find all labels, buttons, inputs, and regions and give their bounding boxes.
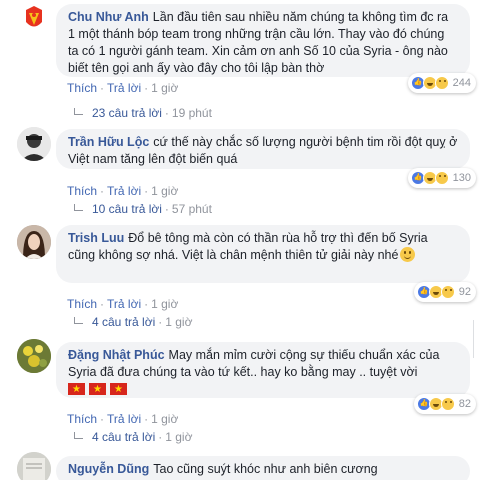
sad-reaction-icon — [440, 285, 455, 299]
reaction-count: 92 — [458, 286, 471, 298]
red-emblem-avatar[interactable] — [17, 2, 51, 36]
paper-avatar[interactable] — [17, 452, 51, 480]
replies-time: 1 giờ — [165, 315, 193, 329]
reply-arrow-icon — [74, 316, 83, 324]
comment-bubble: Nguyễn Dũng Tao cũng suýt khóc như anh bi… — [56, 456, 470, 480]
comment-actions: Thích · Trả lời · 1 giờ — [67, 297, 179, 311]
comment-author[interactable]: Trần Hữu Lộc — [68, 135, 149, 149]
comment-time[interactable]: 1 giờ — [151, 184, 178, 198]
comment-author[interactable]: Chu Như Anh — [68, 10, 149, 24]
comment-bubble: Trần Hữu Lộc cứ thế này chắc số lượng ngư… — [56, 129, 470, 169]
reaction-count: 82 — [458, 398, 471, 410]
reply-link[interactable]: Trả lời — [107, 297, 141, 311]
reply-arrow-icon — [74, 203, 83, 211]
comment-time[interactable]: 1 giờ — [151, 81, 178, 95]
reply-arrow-icon — [74, 107, 83, 115]
reaction-count: 130 — [452, 172, 471, 184]
replies-time: 19 phút — [171, 106, 212, 120]
comment-time[interactable]: 1 giờ — [151, 412, 178, 426]
sad-reaction-icon — [440, 397, 455, 411]
scrollbar[interactable] — [473, 320, 481, 358]
reaction-count: 244 — [452, 77, 471, 89]
reply-link[interactable]: Trả lời — [107, 81, 141, 95]
comment-bubble: Chu Như Anh Lần đầu tiên sau nhiều năm ch… — [56, 4, 470, 77]
comment-author[interactable]: Đặng Nhật Phúc — [68, 348, 165, 362]
replies-count[interactable]: 4 câu trả lời — [92, 430, 155, 444]
replies-count[interactable]: 4 câu trả lời — [92, 315, 155, 329]
reply-link[interactable]: Trả lời — [107, 184, 141, 198]
comment-actions: Thích · Trả lời · 1 giờ — [67, 184, 179, 198]
like-link[interactable]: Thích — [67, 184, 97, 198]
comment-bubble: Trish Luu Đổ bê tông mà còn có thần rùa h… — [56, 225, 470, 283]
comment-bubble: Đặng Nhật Phúc May mắn mỉm cười cộng sự t… — [56, 342, 470, 398]
man-avatar[interactable] — [17, 127, 51, 161]
comment-time[interactable]: 1 giờ — [151, 297, 178, 311]
replies-count[interactable]: 23 câu trả lời — [92, 106, 162, 120]
comment-text: Tao cũng suýt khóc như anh biên cương — [153, 462, 378, 476]
flower-avatar[interactable] — [17, 339, 51, 373]
comment-author[interactable]: Trish Luu — [68, 231, 124, 245]
like-link[interactable]: Thích — [67, 81, 97, 95]
reaction-summary[interactable]: 82 — [413, 394, 476, 414]
view-replies-link[interactable]: 23 câu trả lời · 19 phút — [74, 106, 212, 120]
woman-avatar[interactable] — [17, 225, 51, 259]
reply-arrow-icon — [74, 431, 83, 439]
comment-actions: Thích · Trả lời · 1 giờ — [67, 412, 179, 426]
vietnam-flag-icon — [68, 381, 85, 398]
replies-time: 1 giờ — [165, 430, 193, 444]
reaction-summary[interactable]: 244 — [407, 73, 476, 93]
like-link[interactable]: Thích — [67, 297, 97, 311]
sad-reaction-icon — [434, 76, 449, 90]
view-replies-link[interactable]: 4 câu trả lời · 1 giờ — [74, 315, 192, 329]
view-replies-link[interactable]: 4 câu trả lời · 1 giờ — [74, 430, 192, 444]
view-replies-link[interactable]: 10 câu trả lời · 57 phút — [74, 202, 212, 216]
vietnam-flag-icon — [89, 381, 106, 398]
vietnam-flag-icon — [110, 381, 127, 398]
comment-author[interactable]: Nguyễn Dũng — [68, 462, 149, 476]
sad-reaction-icon — [434, 171, 449, 185]
reaction-summary[interactable]: 92 — [413, 282, 476, 302]
replies-count[interactable]: 10 câu trả lời — [92, 202, 162, 216]
reaction-summary[interactable]: 130 — [407, 168, 476, 188]
reply-link[interactable]: Trả lời — [107, 412, 141, 426]
like-link[interactable]: Thích — [67, 412, 97, 426]
smile-emoji-icon — [400, 247, 416, 262]
replies-time: 57 phút — [171, 202, 212, 216]
comment-actions: Thích · Trả lời · 1 giờ — [67, 81, 179, 95]
